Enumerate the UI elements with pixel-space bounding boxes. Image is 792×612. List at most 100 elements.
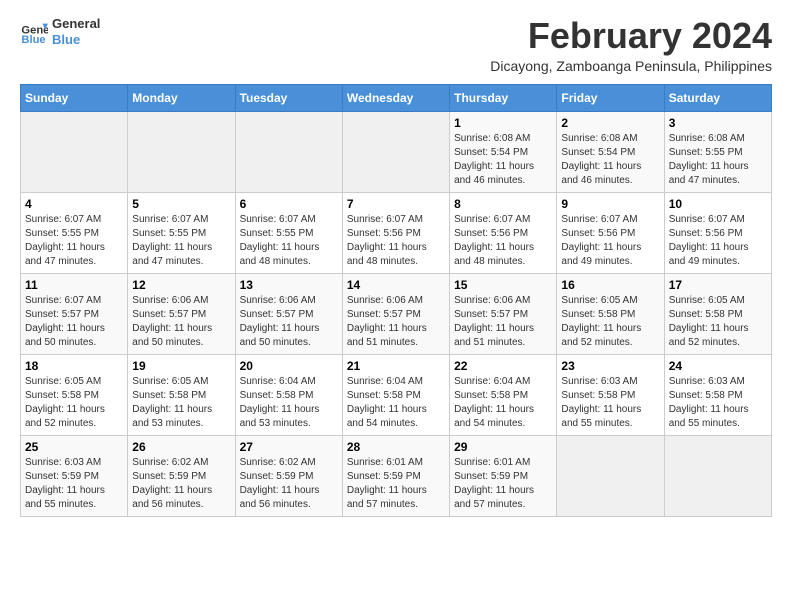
header-row: SundayMondayTuesdayWednesdayThursdayFrid… (21, 84, 772, 111)
day-number: 2 (561, 116, 659, 130)
day-info: Sunrise: 6:06 AM Sunset: 5:57 PM Dayligh… (132, 294, 230, 350)
day-info: Sunrise: 6:08 AM Sunset: 5:54 PM Dayligh… (454, 132, 552, 188)
col-header-wednesday: Wednesday (342, 84, 449, 111)
header: General Blue General Blue February 2024 … (20, 16, 772, 74)
col-header-saturday: Saturday (664, 84, 771, 111)
day-info: Sunrise: 6:01 AM Sunset: 5:59 PM Dayligh… (347, 456, 445, 512)
day-info: Sunrise: 6:06 AM Sunset: 5:57 PM Dayligh… (454, 294, 552, 350)
day-info: Sunrise: 6:07 AM Sunset: 5:55 PM Dayligh… (240, 213, 338, 269)
day-cell: 10Sunrise: 6:07 AM Sunset: 5:56 PM Dayli… (664, 192, 771, 273)
day-cell: 9 Sunrise: 6:07 AM Sunset: 5:56 PM Daylig… (557, 192, 664, 273)
day-info: Sunrise: 6:01 AM Sunset: 5:59 PM Dayligh… (454, 456, 552, 512)
logo-line2: Blue (52, 32, 100, 48)
day-number: 6 (240, 197, 338, 211)
day-cell: 18 Sunrise: 6:05 AM Sunset: 5:58 PM Dayli… (21, 354, 128, 435)
day-number: 18 (25, 359, 123, 373)
day-cell: 2 Sunrise: 6:08 AM Sunset: 5:54 PM Daylig… (557, 111, 664, 192)
calendar-table: SundayMondayTuesdayWednesdayThursdayFrid… (20, 84, 772, 517)
day-number: 1 (454, 116, 552, 130)
day-cell: 5Sunrise: 6:07 AM Sunset: 5:55 PM Daylig… (128, 192, 235, 273)
day-info: Sunrise: 6:07 AM Sunset: 5:56 PM Dayligh… (347, 213, 445, 269)
day-info: Sunrise: 6:02 AM Sunset: 5:59 PM Dayligh… (240, 456, 338, 512)
day-number: 3 (669, 116, 767, 130)
day-cell: 15Sunrise: 6:06 AM Sunset: 5:57 PM Dayli… (450, 273, 557, 354)
day-cell: 1 Sunrise: 6:08 AM Sunset: 5:54 PM Daylig… (450, 111, 557, 192)
day-cell: 7 Sunrise: 6:07 AM Sunset: 5:56 PM Daylig… (342, 192, 449, 273)
day-info: Sunrise: 6:04 AM Sunset: 5:58 PM Dayligh… (240, 375, 338, 431)
day-cell: 13 Sunrise: 6:06 AM Sunset: 5:57 PM Dayli… (235, 273, 342, 354)
day-cell: 12Sunrise: 6:06 AM Sunset: 5:57 PM Dayli… (128, 273, 235, 354)
logo-line1: General (52, 16, 100, 32)
week-row-0: 1 Sunrise: 6:08 AM Sunset: 5:54 PM Daylig… (21, 111, 772, 192)
col-header-sunday: Sunday (21, 84, 128, 111)
day-cell (235, 111, 342, 192)
day-number: 20 (240, 359, 338, 373)
day-number: 28 (347, 440, 445, 454)
col-header-friday: Friday (557, 84, 664, 111)
day-info: Sunrise: 6:06 AM Sunset: 5:57 PM Dayligh… (240, 294, 338, 350)
week-row-3: 18 Sunrise: 6:05 AM Sunset: 5:58 PM Dayli… (21, 354, 772, 435)
day-cell: 19 Sunrise: 6:05 AM Sunset: 5:58 PM Dayli… (128, 354, 235, 435)
week-row-1: 4Sunrise: 6:07 AM Sunset: 5:55 PM Daylig… (21, 192, 772, 273)
svg-text:Blue: Blue (21, 34, 45, 46)
day-number: 22 (454, 359, 552, 373)
day-cell: 29 Sunrise: 6:01 AM Sunset: 5:59 PM Dayli… (450, 435, 557, 516)
day-number: 9 (561, 197, 659, 211)
col-header-thursday: Thursday (450, 84, 557, 111)
day-number: 8 (454, 197, 552, 211)
day-number: 17 (669, 278, 767, 292)
day-number: 27 (240, 440, 338, 454)
subtitle: Dicayong, Zamboanga Peninsula, Philippin… (490, 58, 772, 74)
day-info: Sunrise: 6:04 AM Sunset: 5:58 PM Dayligh… (347, 375, 445, 431)
day-number: 16 (561, 278, 659, 292)
day-cell: 14 Sunrise: 6:06 AM Sunset: 5:57 PM Dayli… (342, 273, 449, 354)
day-info: Sunrise: 6:03 AM Sunset: 5:59 PM Dayligh… (25, 456, 123, 512)
day-cell: 4Sunrise: 6:07 AM Sunset: 5:55 PM Daylig… (21, 192, 128, 273)
day-number: 13 (240, 278, 338, 292)
logo: General Blue General Blue (20, 16, 100, 47)
main-title: February 2024 (490, 16, 772, 56)
day-cell: 21Sunrise: 6:04 AM Sunset: 5:58 PM Dayli… (342, 354, 449, 435)
day-number: 11 (25, 278, 123, 292)
day-number: 7 (347, 197, 445, 211)
day-cell: 28 Sunrise: 6:01 AM Sunset: 5:59 PM Dayli… (342, 435, 449, 516)
day-info: Sunrise: 6:06 AM Sunset: 5:57 PM Dayligh… (347, 294, 445, 350)
day-info: Sunrise: 6:05 AM Sunset: 5:58 PM Dayligh… (669, 294, 767, 350)
day-cell: 8 Sunrise: 6:07 AM Sunset: 5:56 PM Daylig… (450, 192, 557, 273)
col-header-monday: Monday (128, 84, 235, 111)
week-row-2: 11 Sunrise: 6:07 AM Sunset: 5:57 PM Dayli… (21, 273, 772, 354)
day-number: 26 (132, 440, 230, 454)
day-info: Sunrise: 6:03 AM Sunset: 5:58 PM Dayligh… (669, 375, 767, 431)
day-number: 24 (669, 359, 767, 373)
day-cell (342, 111, 449, 192)
day-cell: 25 Sunrise: 6:03 AM Sunset: 5:59 PM Dayli… (21, 435, 128, 516)
day-info: Sunrise: 6:05 AM Sunset: 5:58 PM Dayligh… (561, 294, 659, 350)
week-row-4: 25 Sunrise: 6:03 AM Sunset: 5:59 PM Dayli… (21, 435, 772, 516)
day-number: 19 (132, 359, 230, 373)
day-cell (557, 435, 664, 516)
day-info: Sunrise: 6:07 AM Sunset: 5:56 PM Dayligh… (454, 213, 552, 269)
day-cell (21, 111, 128, 192)
day-cell (128, 111, 235, 192)
day-cell: 3Sunrise: 6:08 AM Sunset: 5:55 PM Daylig… (664, 111, 771, 192)
day-info: Sunrise: 6:07 AM Sunset: 5:55 PM Dayligh… (132, 213, 230, 269)
day-cell: 11 Sunrise: 6:07 AM Sunset: 5:57 PM Dayli… (21, 273, 128, 354)
day-info: Sunrise: 6:03 AM Sunset: 5:58 PM Dayligh… (561, 375, 659, 431)
day-number: 25 (25, 440, 123, 454)
day-cell: 27 Sunrise: 6:02 AM Sunset: 5:59 PM Dayli… (235, 435, 342, 516)
day-info: Sunrise: 6:07 AM Sunset: 5:56 PM Dayligh… (561, 213, 659, 269)
day-info: Sunrise: 6:07 AM Sunset: 5:56 PM Dayligh… (669, 213, 767, 269)
day-cell: 16 Sunrise: 6:05 AM Sunset: 5:58 PM Dayli… (557, 273, 664, 354)
day-info: Sunrise: 6:07 AM Sunset: 5:55 PM Dayligh… (25, 213, 123, 269)
day-number: 29 (454, 440, 552, 454)
day-info: Sunrise: 6:04 AM Sunset: 5:58 PM Dayligh… (454, 375, 552, 431)
day-number: 14 (347, 278, 445, 292)
day-info: Sunrise: 6:05 AM Sunset: 5:58 PM Dayligh… (132, 375, 230, 431)
logo-icon: General Blue (20, 18, 48, 46)
day-info: Sunrise: 6:05 AM Sunset: 5:58 PM Dayligh… (25, 375, 123, 431)
day-cell: 17 Sunrise: 6:05 AM Sunset: 5:58 PM Dayli… (664, 273, 771, 354)
day-info: Sunrise: 6:07 AM Sunset: 5:57 PM Dayligh… (25, 294, 123, 350)
day-cell: 26Sunrise: 6:02 AM Sunset: 5:59 PM Dayli… (128, 435, 235, 516)
day-info: Sunrise: 6:08 AM Sunset: 5:54 PM Dayligh… (561, 132, 659, 188)
day-cell (664, 435, 771, 516)
